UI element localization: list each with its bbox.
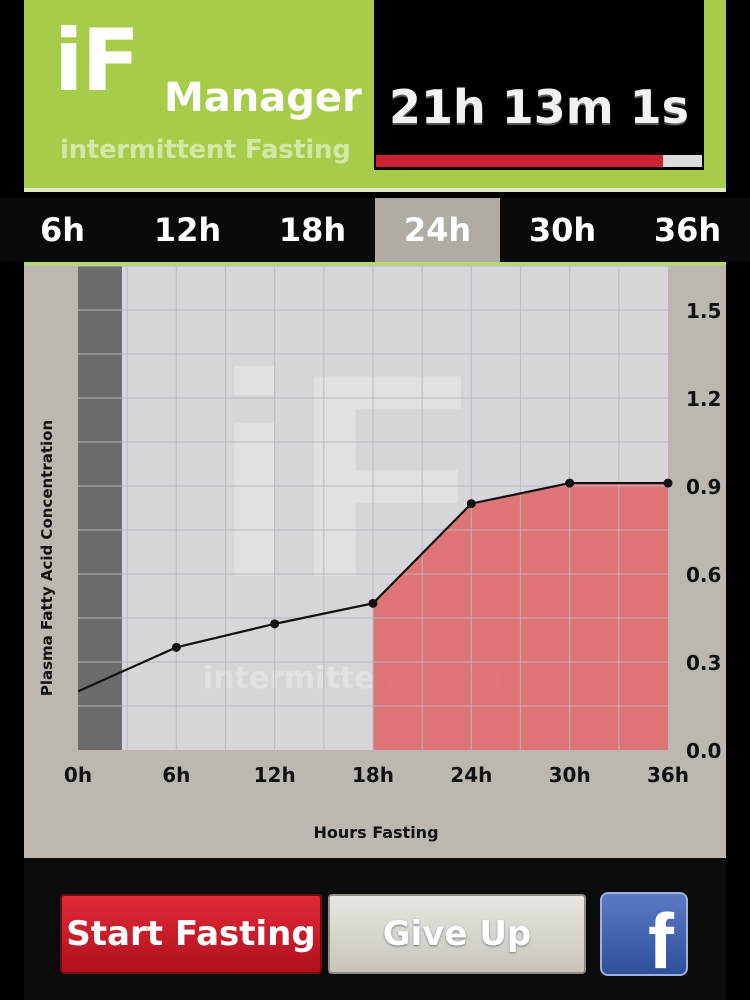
x-tick-label: 18h <box>352 763 394 787</box>
y-axis-label: Plasma Fatty Acid Concentration <box>38 420 56 696</box>
app-logo: iF Manager intermittent Fasting <box>24 0 374 192</box>
x-tick-label: 12h <box>254 763 296 787</box>
tab-36h[interactable]: 36h <box>625 198 750 262</box>
app: iF Manager intermittent Fasting 21h 13m … <box>0 0 750 1000</box>
timer-progress-bar <box>376 155 702 167</box>
x-tick-label: 24h <box>450 763 492 787</box>
logo-manager: Manager <box>164 75 362 121</box>
x-tick-label: 30h <box>549 763 591 787</box>
time-tabs: 6h 12h 18h 24h 30h 36h <box>0 198 750 262</box>
x-axis-label: Hours Fasting <box>313 823 438 842</box>
data-point <box>565 478 575 488</box>
data-point <box>663 478 673 488</box>
give-up-button[interactable]: Give Up <box>328 894 586 974</box>
fasting-timer: 21h 13m 1s <box>388 80 690 134</box>
plot-left-strip <box>78 266 122 750</box>
x-tick-label: 36h <box>647 763 689 787</box>
tab-6h[interactable]: 6h <box>0 198 125 262</box>
tab-12h[interactable]: 12h <box>125 198 250 262</box>
timer-progress-fill <box>376 155 663 167</box>
y-tick-label: 1.2 <box>686 387 721 411</box>
tab-30h[interactable]: 30h <box>500 198 625 262</box>
logo-if: iF <box>54 11 140 111</box>
header-divider <box>24 188 726 192</box>
y-tick-label: 0.3 <box>686 651 721 675</box>
data-point <box>171 642 181 652</box>
facebook-share-button[interactable]: f <box>600 892 688 980</box>
facebook-icon: f <box>648 897 674 985</box>
y-tick-label: 0.0 <box>686 739 721 763</box>
tab-24h[interactable]: 24h <box>375 198 500 262</box>
x-tick-label: 6h <box>162 763 190 787</box>
data-point <box>466 499 476 509</box>
timer-panel: 21h 13m 1s <box>374 0 704 170</box>
fatty-acid-chart: iFintermittent Fasting0.00.30.60.91.21.5… <box>24 266 726 858</box>
chart-svg: iFintermittent Fasting0.00.30.60.91.21.5… <box>38 266 721 842</box>
bottom-bar: Start Fasting Give Up f <box>24 858 726 1000</box>
y-tick-label: 0.6 <box>686 563 721 587</box>
y-tick-label: 1.5 <box>686 299 721 323</box>
x-tick-label: 0h <box>64 763 92 787</box>
data-point <box>270 619 280 629</box>
header: iF Manager intermittent Fasting 21h 13m … <box>24 0 726 192</box>
y-tick-label: 0.9 <box>686 475 721 499</box>
start-fasting-button[interactable]: Start Fasting <box>60 894 322 974</box>
data-point <box>368 598 378 608</box>
tab-18h[interactable]: 18h <box>250 198 375 262</box>
logo-subtitle: intermittent Fasting <box>60 135 351 165</box>
